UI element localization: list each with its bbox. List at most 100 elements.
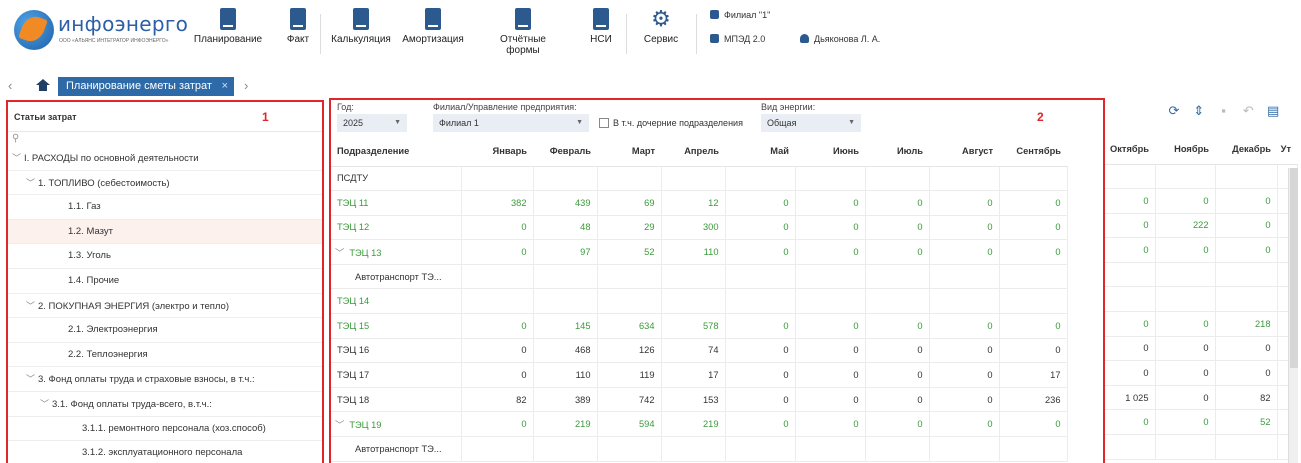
vertical-scrollbar[interactable] [1288,168,1298,463]
undo-icon[interactable]: ↶ [1241,104,1255,118]
module-info[interactable]: МПЭД 2.0 [710,34,765,44]
value-cell[interactable]: 0 [929,215,1000,241]
value-cell[interactable]: 17 [999,362,1068,388]
value-cell[interactable] [597,436,662,462]
nav-nsi-button[interactable]: НСИ [588,8,614,58]
value-cell[interactable]: 0 [795,338,866,364]
value-cell[interactable] [1105,434,1156,460]
value-cell[interactable]: 0 [929,387,1000,413]
value-cell[interactable]: 0 [461,362,534,388]
value-cell[interactable] [597,166,662,192]
value-cell[interactable]: 0 [1215,360,1278,386]
chevron-down-icon[interactable]: ﹀ [26,367,38,392]
branch-select[interactable]: Филиал 1 ▼ [433,114,589,132]
table-row[interactable]: ﹀ ТЭЦ 19 0 219 594 219 0 0 0 0 0 [331,411,1068,438]
value-cell[interactable] [999,436,1068,462]
table-row[interactable]: 0 0 218 [1105,311,1298,337]
value-cell[interactable]: 29 [597,215,662,241]
table-row[interactable]: ПСДТУ [331,166,1068,192]
table-row[interactable]: 0 222 0 [1105,213,1298,239]
table-row[interactable] [1105,286,1298,313]
value-cell[interactable]: 0 [1215,188,1278,214]
value-cell[interactable] [1215,262,1278,288]
value-cell[interactable]: 0 [795,313,866,339]
value-cell[interactable]: 0 [795,387,866,413]
value-cell[interactable]: 219 [661,411,726,438]
row-name-cell[interactable]: Автотранспорт ТЭ... [331,436,462,462]
row-name-cell[interactable]: ТЭЦ 12 [331,215,462,241]
value-cell[interactable]: 0 [865,239,930,265]
column-header[interactable]: Февраль [533,136,597,167]
year-select[interactable]: 2025 ▼ [337,114,407,132]
value-cell[interactable]: 0 [999,190,1068,216]
tree-item[interactable]: 3.1.2. эксплуатационного персонала [8,441,322,463]
value-cell[interactable] [725,436,796,462]
value-cell[interactable]: 578 [661,313,726,339]
table-row[interactable]: 000 [1105,237,1298,263]
value-cell[interactable]: 0 [865,387,930,413]
table-row[interactable]: ТЭЦ 18 82 389 742 153 0 0 0 0 236 [331,387,1068,413]
value-cell[interactable] [865,166,930,192]
value-cell[interactable] [461,436,534,462]
value-cell[interactable]: 0 [999,215,1068,241]
column-header[interactable]: Подразделение [331,136,461,167]
user-info[interactable]: Дьяконова Л. А. [800,34,880,44]
value-cell[interactable]: 594 [597,411,662,438]
value-cell[interactable]: 52 [1215,409,1278,436]
nav-calculation-button[interactable]: Калькуляция [330,8,392,58]
value-cell[interactable]: 0 [1105,237,1156,263]
table-row[interactable]: ﹀ ТЭЦ 13 0 97 52 110 0 0 0 0 0 [331,239,1068,265]
value-cell[interactable]: 0 [1105,311,1156,337]
value-cell[interactable]: 0 [865,362,930,388]
row-name-cell[interactable]: ТЭЦ 15 [331,313,462,339]
value-cell[interactable]: 0 [725,362,796,388]
value-cell[interactable] [999,288,1068,315]
tabs-left-arrow-icon[interactable]: ‹ [8,78,12,93]
tree-item[interactable]: 3.1.1. ремонтного персонала (хоз.способ) [8,417,322,442]
value-cell[interactable] [929,166,1000,192]
value-cell[interactable]: 74 [661,338,726,364]
value-cell[interactable]: 742 [597,387,662,413]
value-cell[interactable] [533,166,598,192]
value-cell[interactable] [865,288,930,315]
tree-item[interactable]: 1.1. Газ [8,195,322,220]
value-cell[interactable]: 0 [1105,336,1156,362]
tree-item[interactable]: 1.3. Уголь [8,244,322,269]
nav-fact-button[interactable]: Факт [284,8,312,58]
value-cell[interactable] [865,264,930,290]
table-row[interactable]: 000 [1105,360,1298,386]
value-cell[interactable]: 0 [1155,385,1216,411]
value-cell[interactable]: 82 [461,387,534,413]
tree-item[interactable]: 1.2. Мазут [8,219,322,245]
value-cell[interactable]: 222 [1155,213,1216,239]
value-cell[interactable] [795,264,866,290]
value-cell[interactable]: 0 [795,411,866,438]
value-cell[interactable]: 0 [929,239,1000,265]
nav-service-button[interactable]: ⚙ Сервис [638,8,684,58]
value-cell[interactable]: 0 [461,411,534,438]
value-cell[interactable] [661,264,726,290]
chevron-down-icon[interactable]: ﹀ [26,294,38,319]
value-cell[interactable]: 0 [461,313,534,339]
row-name-cell[interactable]: Автотранспорт ТЭ... [331,264,462,290]
value-cell[interactable]: 48 [533,215,598,241]
value-cell[interactable]: 126 [597,338,662,364]
value-cell[interactable] [1105,164,1156,190]
value-cell[interactable]: 145 [533,313,598,339]
value-cell[interactable] [461,264,534,290]
value-cell[interactable]: 236 [999,387,1068,413]
table-row[interactable]: 1 025 0 82 [1105,385,1298,411]
column-header[interactable]: Май [725,136,795,167]
column-header[interactable]: Август [929,136,999,167]
sort-icon[interactable]: ⇕ [1192,104,1206,118]
tree-item[interactable]: ﹀ I. РАСХОДЫ по основной деятельности [8,146,322,171]
row-name-cell[interactable]: ﹀ ТЭЦ 13 [331,239,462,265]
value-cell[interactable] [929,436,1000,462]
value-cell[interactable]: 468 [533,338,598,364]
close-icon[interactable]: × [222,77,228,96]
value-cell[interactable]: 439 [533,190,598,216]
value-cell[interactable]: 0 [865,338,930,364]
value-cell[interactable]: 0 [725,338,796,364]
value-cell[interactable] [1155,164,1216,190]
value-cell[interactable]: 119 [597,362,662,388]
